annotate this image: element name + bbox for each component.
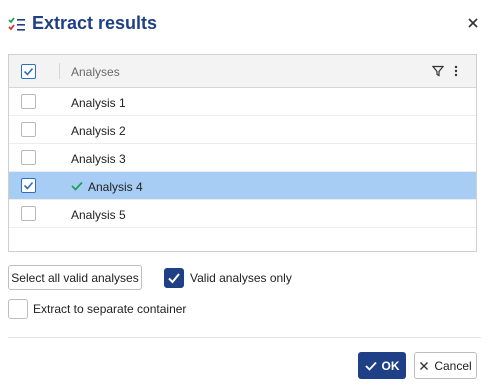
table-row[interactable]: Analysis 5 <box>9 200 476 228</box>
header-separator <box>59 63 60 79</box>
row-checkbox[interactable] <box>21 178 36 193</box>
select-all-checkbox[interactable] <box>21 64 36 79</box>
footer-divider <box>8 337 481 338</box>
column-header-analyses[interactable]: Analyses <box>71 65 120 79</box>
valid-only-label[interactable]: Valid analyses only <box>190 271 292 285</box>
row-checkbox[interactable] <box>21 150 36 165</box>
table-row[interactable]: Analysis 3 <box>9 144 476 172</box>
row-label: Analysis 2 <box>71 124 126 138</box>
row-label: Analysis 3 <box>71 152 126 166</box>
extract-separate-checkbox[interactable] <box>8 299 28 319</box>
filter-icon[interactable] <box>432 65 444 77</box>
checklist-icon <box>8 17 25 31</box>
ok-button[interactable]: OK <box>358 352 406 379</box>
select-all-valid-button[interactable]: Select all valid analyses <box>8 265 142 290</box>
close-icon <box>420 361 429 370</box>
row-label: Analysis 1 <box>71 96 126 110</box>
analyses-grid: Analyses Analysis 1 Analysis 2 Analysis … <box>8 54 477 252</box>
ok-label: OK <box>381 358 400 373</box>
valid-check-icon <box>71 181 83 191</box>
cancel-label: Cancel <box>434 358 472 373</box>
grid-header: Analyses <box>9 55 476 88</box>
dialog-title: Extract results <box>32 13 158 33</box>
table-row[interactable]: Analysis 2 <box>9 116 476 144</box>
row-label: Analysis 4 <box>88 180 143 194</box>
table-row-selected[interactable]: Analysis 4 <box>9 172 476 200</box>
extract-separate-label[interactable]: Extract to separate container <box>33 302 186 316</box>
row-checkbox[interactable] <box>21 122 36 137</box>
row-label: Analysis 5 <box>71 208 126 222</box>
cancel-button[interactable]: Cancel <box>414 352 477 379</box>
valid-only-checkbox[interactable] <box>164 268 184 288</box>
row-checkbox[interactable] <box>21 94 36 109</box>
row-checkbox[interactable] <box>21 206 36 221</box>
more-vertical-icon[interactable] <box>453 64 459 78</box>
check-icon <box>364 361 377 371</box>
table-row[interactable]: Analysis 1 <box>9 88 476 116</box>
close-icon[interactable] <box>466 16 480 30</box>
